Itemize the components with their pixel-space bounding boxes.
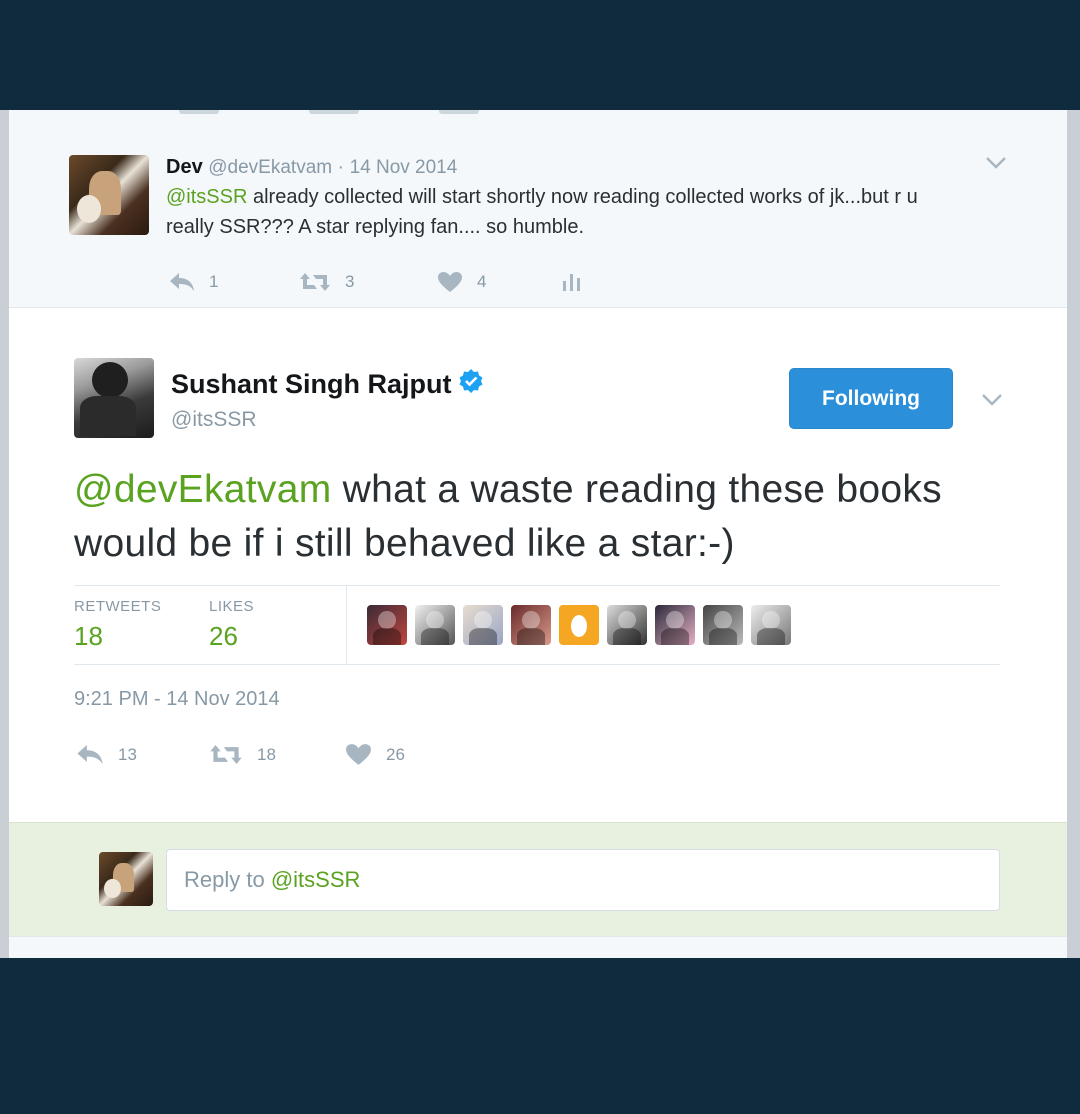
like-action[interactable]: 26 [345,743,405,766]
liker-avatar[interactable] [463,605,503,645]
heart-icon [346,744,371,765]
reply-mention-link[interactable]: @itsSSR [166,186,247,208]
reply-action[interactable]: 1 [169,272,299,292]
reply-box-area: Reply to @itsSSR [9,822,1067,937]
liker-avatar[interactable] [367,605,407,645]
stats-divider [346,586,347,664]
liker-avatar-egg[interactable] [559,605,599,645]
retweets-count: 18 [74,621,103,651]
liker-avatars [367,605,799,645]
previous-tweet-strip [9,110,1067,136]
likes-count: 26 [209,621,238,651]
ssr-avatar[interactable] [74,358,154,438]
reply-tweet-text: @itsSSR already collected will start sho… [166,182,966,242]
tweet-frame: Dev @devEkatvam · 14 Nov 2014 @itsSSR al… [0,110,1080,958]
reply-action[interactable]: 13 [76,744,209,765]
reply-input[interactable]: Reply to @itsSSR [166,849,1000,911]
reply-count: 13 [118,744,137,764]
liker-avatar[interactable] [655,605,695,645]
reply-icon [170,273,194,291]
reply-count: 1 [209,272,219,291]
liker-avatar[interactable] [751,605,791,645]
tweet-timestamp[interactable]: 9:21 PM - 14 Nov 2014 [74,688,280,711]
reply-tweet-actions: 1 3 4 [169,271,583,293]
liker-avatar[interactable] [607,605,647,645]
reply-placeholder-mention: @itsSSR [270,867,361,892]
current-user-avatar[interactable] [99,852,153,906]
chevron-down-icon[interactable] [981,390,1003,413]
reply-author-handle[interactable]: @devEkatvam [208,157,332,178]
tweet-card: Dev @devEkatvam · 14 Nov 2014 @itsSSR al… [9,110,1067,958]
following-button[interactable]: Following [789,368,953,429]
main-author-name-row[interactable]: Sushant Singh Rajput [171,368,484,401]
bottom-strip [9,936,1067,958]
reply-icon [77,745,103,764]
reply-body: already collected will start shortly now… [166,186,918,238]
reply-author-name[interactable]: Dev [166,156,203,178]
retweets-label: RETWEETS [74,598,162,615]
liker-avatar[interactable] [511,605,551,645]
retweet-icon [210,745,242,764]
reply-tweet-header: Dev @devEkatvam · 14 Nov 2014 [166,156,457,179]
liker-avatar[interactable] [415,605,455,645]
reply-tweet[interactable]: Dev @devEkatvam · 14 Nov 2014 @itsSSR al… [9,135,1067,308]
like-count: 4 [477,272,487,291]
analytics-action[interactable] [561,272,583,292]
reply-separator: · [337,157,344,178]
main-tweet-text: @devEkatvam what a waste reading these b… [74,463,1034,571]
likes-label: LIKES [209,598,255,615]
retweet-icon [300,273,330,291]
likes-stat[interactable]: LIKES 26 [209,598,254,652]
heart-icon [438,272,462,292]
like-action[interactable]: 4 [437,271,561,293]
liker-avatar[interactable] [703,605,743,645]
reply-placeholder-prefix: Reply to [184,867,271,892]
analytics-icon [563,274,580,291]
retweet-count: 3 [345,272,355,291]
main-author-name[interactable]: Sushant Singh Rajput [171,369,452,400]
main-tweet-actions: 13 18 26 [76,743,405,766]
main-mention-link[interactable]: @devEkatvam [74,468,332,511]
reply-date[interactable]: 14 Nov 2014 [350,157,458,178]
tweet-stats: RETWEETS 18 LIKES 26 [74,585,1000,665]
dev-avatar[interactable] [69,155,149,235]
like-count: 26 [386,744,405,764]
chevron-down-icon[interactable] [985,153,1007,176]
retweets-stat[interactable]: RETWEETS 18 [74,598,161,652]
retweet-action[interactable]: 3 [299,272,437,292]
verified-badge-icon [458,368,484,401]
main-author-handle[interactable]: @itsSSR [171,408,257,432]
retweet-count: 18 [257,744,276,764]
retweet-action[interactable]: 18 [209,744,345,765]
